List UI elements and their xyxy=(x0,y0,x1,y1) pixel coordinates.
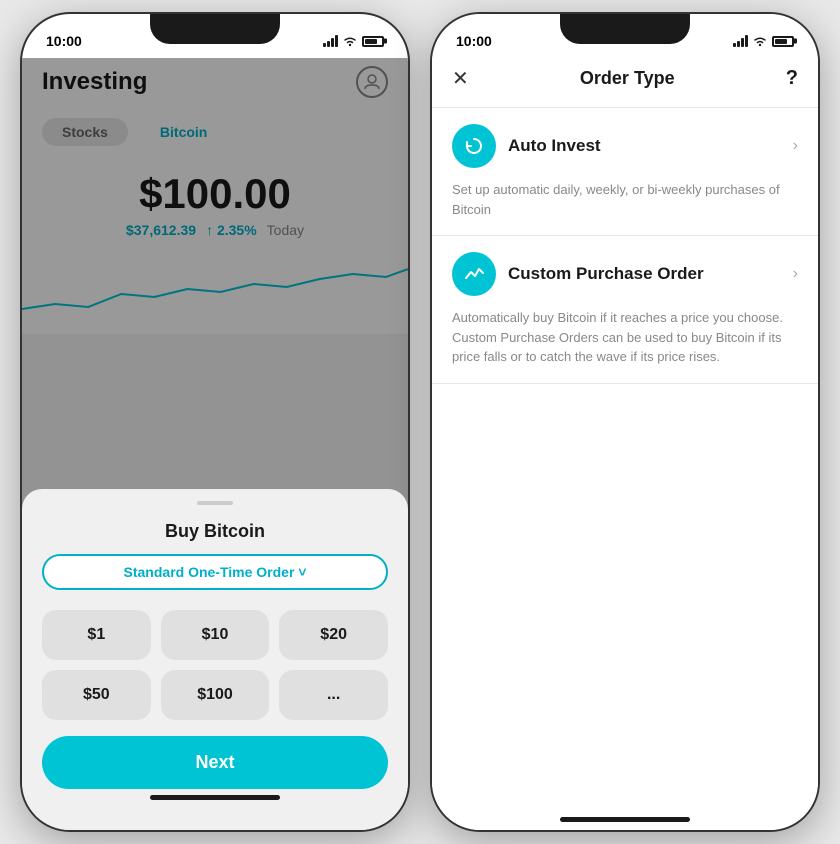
auto-invest-desc: Set up automatic daily, weekly, or bi-we… xyxy=(452,176,798,219)
next-button[interactable]: Next xyxy=(42,736,388,789)
auto-invest-option[interactable]: Auto Invest › Set up automatic daily, we… xyxy=(432,108,818,236)
custom-order-option[interactable]: Custom Purchase Order › Automatically bu… xyxy=(432,236,818,384)
amount-btn-10[interactable]: $10 xyxy=(161,610,270,660)
amount-grid: $1 $10 $20 $50 $100 ... xyxy=(42,610,388,720)
custom-order-left: Custom Purchase Order xyxy=(452,252,704,296)
amount-btn-more[interactable]: ... xyxy=(279,670,388,720)
auto-invest-name: Auto Invest xyxy=(508,136,601,156)
time-left: 10:00 xyxy=(46,33,82,49)
sheet-handle xyxy=(197,501,233,505)
order-type-header: ✕ Order Type ? xyxy=(432,58,818,108)
custom-order-icon xyxy=(452,252,496,296)
order-type-button[interactable]: Standard One-Time Order ˅ xyxy=(42,554,388,590)
amount-btn-20[interactable]: $20 xyxy=(279,610,388,660)
amount-btn-1[interactable]: $1 xyxy=(42,610,151,660)
left-phone-content: Investing Stocks Bitcoin $100.00 $37,612… xyxy=(22,58,408,830)
status-icons-right xyxy=(733,35,794,47)
signal-icon xyxy=(323,35,338,47)
help-button[interactable]: ? xyxy=(786,67,798,90)
battery-icon-right xyxy=(772,36,794,47)
wifi-icon xyxy=(342,35,358,47)
time-right: 10:00 xyxy=(456,33,492,49)
battery-icon xyxy=(362,36,384,47)
order-type-label: Standard One-Time Order ˅ xyxy=(124,564,307,580)
custom-order-name: Custom Purchase Order xyxy=(508,264,704,284)
custom-order-row: Custom Purchase Order › xyxy=(452,252,798,296)
amount-btn-100[interactable]: $100 xyxy=(161,670,270,720)
home-indicator-right xyxy=(560,817,690,822)
left-phone: 10:00 Investing xyxy=(20,12,410,832)
auto-invest-chevron: › xyxy=(793,137,798,155)
close-button[interactable]: ✕ xyxy=(452,66,469,91)
wifi-icon-right xyxy=(752,35,768,47)
custom-order-chevron: › xyxy=(793,265,798,283)
auto-invest-row: Auto Invest › xyxy=(452,124,798,168)
right-phone: 10:00 ✕ Order Type ? xyxy=(430,12,820,832)
bottom-sheet: Buy Bitcoin Standard One-Time Order ˅ $1… xyxy=(22,489,408,830)
notch-right xyxy=(560,14,690,44)
notch xyxy=(150,14,280,44)
order-type-title: Order Type xyxy=(580,68,675,89)
amount-btn-50[interactable]: $50 xyxy=(42,670,151,720)
sheet-title: Buy Bitcoin xyxy=(42,521,388,542)
signal-icon-right xyxy=(733,35,748,47)
custom-order-desc: Automatically buy Bitcoin if it reaches … xyxy=(452,304,798,367)
home-indicator-left xyxy=(150,795,280,800)
auto-invest-icon xyxy=(452,124,496,168)
auto-invest-left: Auto Invest xyxy=(452,124,601,168)
status-icons-left xyxy=(323,35,384,47)
right-phone-content: ✕ Order Type ? Auto Invest › Set up au xyxy=(432,58,818,830)
